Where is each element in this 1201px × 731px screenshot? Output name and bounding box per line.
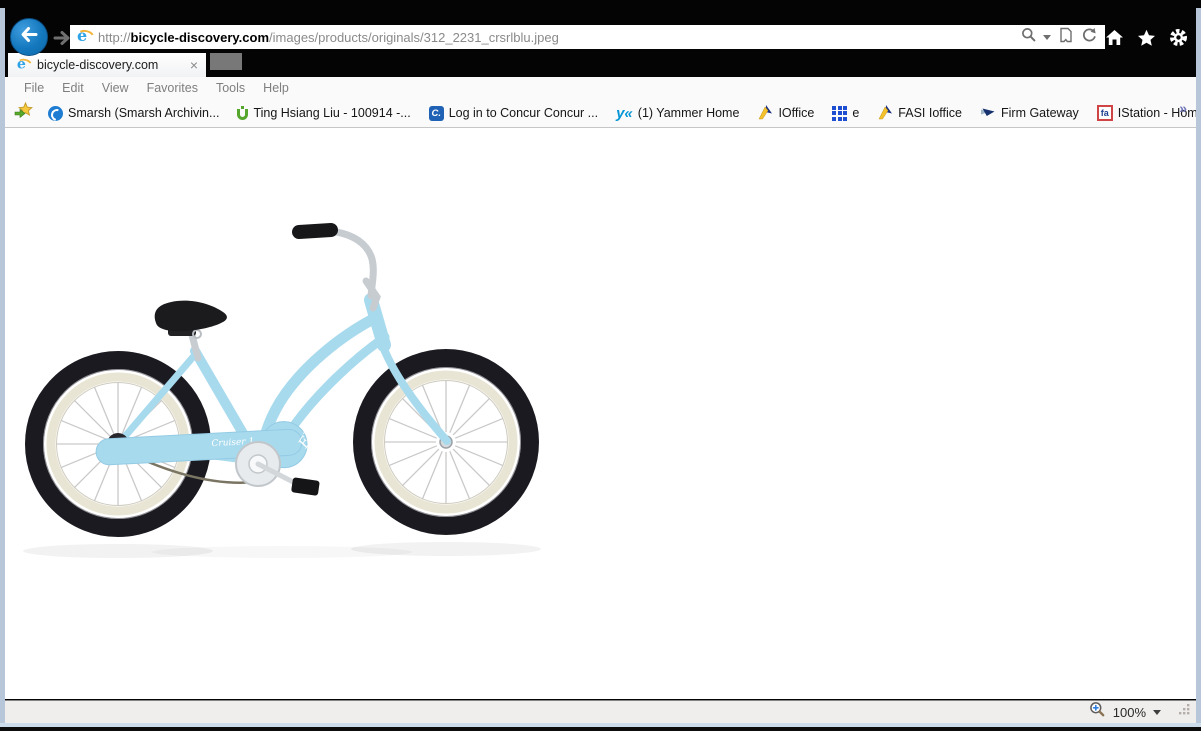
- favorite-ioffice[interactable]: IOffice: [748, 104, 823, 123]
- page-content: Cruiser 1 Electra: [5, 128, 1196, 699]
- forward-arrow-icon: [51, 36, 73, 53]
- menu-file[interactable]: File: [15, 81, 53, 95]
- favorite-concur[interactable]: C. Log in to Concur Concur ...: [420, 106, 607, 121]
- url-domain: bicycle-discovery.com: [131, 30, 270, 45]
- favorite-label: (1) Yammer Home: [638, 106, 740, 120]
- tab-close-icon[interactable]: ×: [189, 58, 199, 72]
- refresh-icon[interactable]: [1081, 27, 1097, 48]
- ioffice-quill-icon: [877, 104, 893, 123]
- paper-plane-icon: [980, 105, 996, 122]
- shadow: [152, 546, 412, 558]
- ie-favicon: e: [76, 29, 92, 45]
- search-icon[interactable]: [1021, 27, 1036, 47]
- favorite-smarsh[interactable]: Smarsh (Smarsh Archivin...: [39, 106, 228, 121]
- favorites-bar: Smarsh (Smarsh Archivin... Ting Hsiang L…: [5, 99, 1196, 128]
- yammer-y-icon: y«: [616, 106, 633, 121]
- menu-help[interactable]: Help: [254, 81, 298, 95]
- zoom-dropdown-icon[interactable]: [1153, 710, 1161, 715]
- status-bar: 100%: [5, 700, 1196, 723]
- url-scheme: http://: [98, 30, 131, 45]
- zoom-magnifier-icon[interactable]: [1089, 701, 1106, 723]
- favorite-ting-hsiang-liu[interactable]: Ting Hsiang Liu - 100914 -...: [228, 106, 419, 120]
- favorites-overflow-chevron[interactable]: »: [1179, 100, 1187, 116]
- browser-window: e http://bicycle-discovery.com/images/pr…: [0, 0, 1201, 731]
- bicycle-image: Cruiser 1 Electra: [20, 190, 580, 580]
- menu-edit[interactable]: Edit: [53, 81, 93, 95]
- frame-decal: Electra: [295, 399, 336, 452]
- fa-badge-icon: fa: [1097, 105, 1113, 121]
- smarsh-globe-icon: [48, 106, 63, 121]
- back-button[interactable]: [10, 18, 48, 56]
- add-favorite-icon[interactable]: [14, 102, 33, 124]
- forward-button[interactable]: [51, 27, 73, 49]
- window-edge-bottom: [0, 727, 1201, 731]
- new-tab-button[interactable]: [210, 53, 242, 70]
- favorite-fasi-ioffice[interactable]: FASI Ioffice: [868, 104, 971, 123]
- url-path: /images/products/originals/312_2231_crsr…: [269, 30, 559, 45]
- search-dropdown-icon[interactable]: [1043, 35, 1051, 40]
- menu-view[interactable]: View: [93, 81, 138, 95]
- favorite-label: FASI Ioffice: [898, 106, 962, 120]
- ioffice-quill-icon: [757, 104, 773, 123]
- back-arrow-icon: [19, 26, 39, 48]
- menu-favorites[interactable]: Favorites: [138, 81, 207, 95]
- compatibility-view-icon[interactable]: [1058, 27, 1074, 48]
- menu-tools[interactable]: Tools: [207, 81, 254, 95]
- address-bar[interactable]: e http://bicycle-discovery.com/images/pr…: [70, 25, 1105, 49]
- window-border-left: [0, 8, 5, 727]
- browser-tab[interactable]: e bicycle-discovery.com ×: [8, 53, 206, 77]
- favorite-e-grid[interactable]: e: [823, 106, 868, 121]
- tab-title: bicycle-discovery.com: [37, 58, 189, 72]
- green-u-icon: [237, 109, 248, 120]
- saddle: [155, 301, 227, 332]
- menu-bar: File Edit View Favorites Tools Help: [5, 77, 1196, 99]
- url-text[interactable]: http://bicycle-discovery.com/images/prod…: [98, 30, 1019, 45]
- favorite-label: e: [852, 106, 859, 120]
- window-border-right: [1196, 8, 1201, 727]
- resize-grip[interactable]: [1178, 703, 1191, 721]
- favorite-label: Firm Gateway: [1001, 106, 1079, 120]
- favorite-label: IStation - Home: [1118, 106, 1201, 120]
- favorite-label: Smarsh (Smarsh Archivin...: [68, 106, 219, 120]
- concur-badge-icon: C.: [429, 106, 444, 121]
- favorite-label: Log in to Concur Concur ...: [449, 106, 598, 120]
- favorite-label: IOffice: [778, 106, 814, 120]
- pedal: [291, 477, 320, 496]
- favorite-firm-gateway[interactable]: Firm Gateway: [971, 105, 1088, 122]
- favorites-star-icon[interactable]: [1137, 29, 1156, 52]
- tab-favicon: e: [16, 58, 30, 72]
- favorite-yammer[interactable]: y« (1) Yammer Home: [607, 106, 748, 121]
- favorite-label: Ting Hsiang Liu - 100914 -...: [253, 106, 410, 120]
- zoom-level[interactable]: 100%: [1113, 705, 1146, 720]
- handlebar-grip: [299, 230, 331, 232]
- blue-grid-icon: [832, 106, 847, 121]
- settings-gear-icon[interactable]: [1169, 28, 1188, 52]
- home-icon[interactable]: [1105, 29, 1124, 51]
